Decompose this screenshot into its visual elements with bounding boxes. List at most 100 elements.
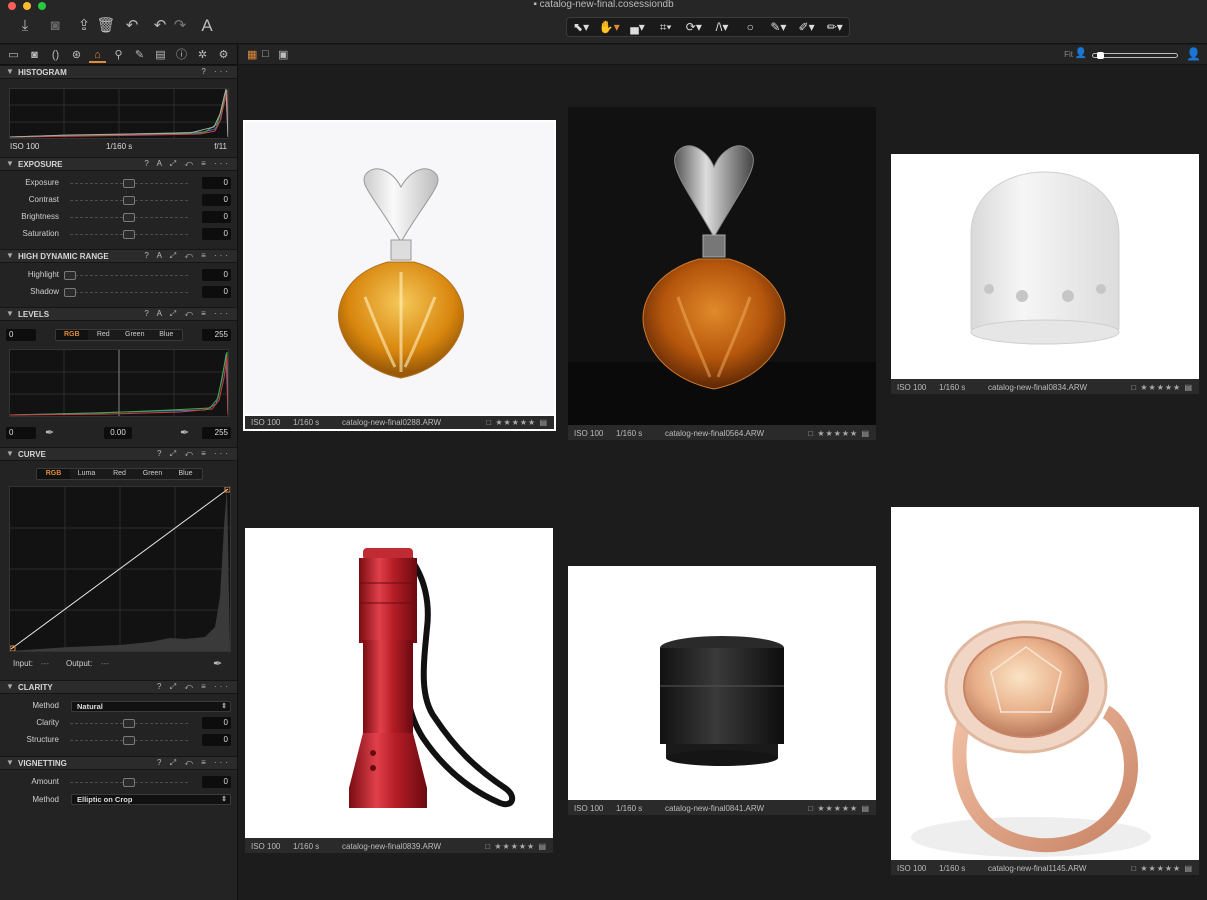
single-view-icon[interactable]: □ — [262, 48, 269, 60]
structure-slider-knob[interactable] — [123, 736, 135, 745]
trash-icon[interactable]: 🗑 — [96, 16, 116, 36]
grid-view-icon[interactable]: ▦ — [247, 48, 257, 61]
fit-label[interactable]: Fit — [1064, 50, 1073, 59]
curve-picker-icon[interactable]: ✒ — [213, 657, 222, 670]
select-checkbox-icon[interactable]: □ — [485, 842, 494, 851]
clarity-value[interactable]: 0 — [202, 717, 231, 729]
crop-tool-icon[interactable]: ⌗▾ — [653, 18, 679, 36]
hdr-header[interactable]: ▼ HIGH DYNAMIC RANGE ? A ⤢ ↶ ≡ ··· — [0, 249, 237, 263]
shadow-value[interactable]: 0 — [202, 286, 231, 298]
thumb-stars[interactable]: ★★★★★ — [495, 418, 536, 427]
thumbnail-0841[interactable]: ISO 100 1/160 s catalog-new-final0841.AR… — [568, 566, 876, 815]
exposure-slider-knob[interactable] — [123, 179, 135, 188]
capture-tab-icon[interactable]: ◙ — [26, 47, 43, 63]
library-tab-icon[interactable]: ▭ — [5, 47, 22, 63]
vignetting-method-select[interactable]: Elliptic on Crop ⇕ — [71, 794, 231, 805]
output-tab-icon[interactable]: ✲ — [194, 47, 211, 63]
thumb-rating[interactable]: □ ★★★★★ ▤ — [1131, 862, 1193, 875]
thumbnail-0834[interactable]: ISO 100 1/160 s catalog-new-final0834.AR… — [891, 154, 1199, 394]
clarity-slider-knob[interactable] — [123, 719, 135, 728]
thumb-rating[interactable]: □ ★★★★★ ▤ — [1131, 381, 1193, 394]
levels-output-black[interactable]: 0 — [6, 427, 36, 439]
pan-tool-icon[interactable]: ✋▾ — [596, 18, 622, 36]
levels-blue-tab[interactable]: Blue — [151, 330, 183, 340]
exposure-header-icons[interactable]: ? A ⤢ ↶ ≡ ··· — [144, 159, 231, 169]
clarity-header[interactable]: ▼ CLARITY ? ⤢ ↶ ≡ ··· — [0, 680, 237, 694]
curve-red-tab[interactable]: Red — [103, 469, 136, 479]
contrast-slider-knob[interactable] — [123, 196, 135, 205]
local-adjust-tab-icon[interactable]: ✎ — [131, 47, 148, 63]
hdr-header-icons[interactable]: ? A ⤢ ↶ ≡ ··· — [144, 251, 231, 261]
rotate-tool-icon[interactable]: ⟳▾ — [681, 18, 707, 36]
exposure-value[interactable]: 0 — [202, 177, 231, 189]
exposure-tab-icon[interactable]: ⌂ — [89, 47, 106, 63]
levels-midtone[interactable]: 0.00 — [104, 427, 132, 439]
thumbnail-size-slider[interactable] — [1092, 52, 1178, 59]
thumb-stars[interactable]: ★★★★★ — [817, 429, 858, 438]
color-tag-icon[interactable]: ▤ — [538, 842, 547, 851]
undo-icon[interactable]: ↶ — [150, 16, 170, 36]
select-checkbox-icon[interactable]: □ — [486, 418, 495, 427]
color-tag-icon[interactable]: ▤ — [1184, 864, 1193, 873]
clarity-header-icons[interactable]: ? ⤢ ↶ ≡ ··· — [157, 682, 231, 692]
levels-red-tab[interactable]: Red — [88, 330, 120, 340]
brush-tool-icon[interactable]: ✎▾ — [765, 18, 791, 36]
color-tag-icon[interactable]: ▤ — [1184, 383, 1193, 392]
color-tag-icon[interactable]: ▤ — [861, 804, 870, 813]
color-tag-icon[interactable]: ▤ — [539, 418, 548, 427]
details-tab-icon[interactable]: ⚲ — [110, 47, 127, 63]
thumb-stars[interactable]: ★★★★★ — [1140, 864, 1181, 873]
thumb-rating[interactable]: □ ★★★★★ ▤ — [808, 427, 870, 440]
batch-tab-icon[interactable]: ⚙ — [215, 47, 232, 63]
highlight-slider-track[interactable] — [70, 275, 188, 276]
lens-tab-icon[interactable]: () — [47, 47, 64, 63]
levels-rgb-tab[interactable]: RGB — [56, 330, 88, 340]
thumb-rating[interactable]: □ ★★★★★ ▤ — [808, 802, 870, 815]
levels-input-black[interactable]: 0 — [6, 329, 36, 341]
eyedropper-white-icon[interactable]: ✒ — [180, 426, 189, 439]
curve-luma-tab[interactable]: Luma — [70, 469, 103, 479]
select-tool-icon[interactable]: ⬉▾ — [568, 18, 594, 36]
vignetting-slider-knob[interactable] — [123, 778, 135, 787]
thumb-stars[interactable]: ★★★★★ — [1140, 383, 1181, 392]
thumbnail-0288[interactable]: ISO 100 1/160 s catalog-new-final0288.AR… — [243, 120, 556, 431]
export-icon[interactable]: ⇪ — [74, 16, 94, 36]
undo-all-icon[interactable]: ↶ — [122, 16, 142, 36]
levels-header-icons[interactable]: ? A ⤢ ↶ ≡ ··· — [144, 309, 231, 319]
thumb-stars[interactable]: ★★★★★ — [494, 842, 535, 851]
thumbnail-0564[interactable]: ISO 100 1/160 s catalog-new-final0564.AR… — [568, 107, 876, 440]
vignetting-header[interactable]: ▼ VIGNETTING ? ⤢ ↶ ≡ ··· — [0, 756, 237, 770]
info-tab-icon[interactable]: ⓘ — [173, 47, 190, 63]
import-icon[interactable]: ⤓ — [15, 16, 35, 36]
shadow-slider-knob[interactable] — [64, 288, 76, 297]
exposure-header[interactable]: ▼ EXPOSURE ? A ⤢ ↶ ≡ ··· — [0, 157, 237, 171]
structure-value[interactable]: 0 — [202, 734, 231, 746]
annotate-tool-icon[interactable]: ✏▾ — [822, 18, 848, 36]
collapse-icon[interactable]: ▼ — [6, 758, 14, 767]
thumbnail-0839[interactable]: ISO 100 1/160 s catalog-new-final0839.AR… — [245, 528, 553, 853]
metadata-tab-icon[interactable]: ▤ — [152, 47, 169, 63]
levels-output-white[interactable]: 255 — [202, 427, 231, 439]
collapse-icon[interactable]: ▼ — [6, 682, 14, 691]
select-checkbox-icon[interactable]: □ — [808, 804, 817, 813]
thumb-rating[interactable]: □ ★★★★★ ▤ — [486, 416, 548, 429]
histogram-header-icons[interactable]: ? ··· — [201, 67, 231, 76]
contrast-value[interactable]: 0 — [202, 194, 231, 206]
fullscreen-view-icon[interactable]: ▣ — [278, 48, 288, 61]
color-tab-icon[interactable]: ⊛ — [68, 47, 85, 63]
redo-icon[interactable]: ↷ — [170, 16, 190, 36]
brightness-value[interactable]: 0 — [202, 211, 231, 223]
vignetting-amount-value[interactable]: 0 — [202, 776, 231, 788]
curve-graph[interactable] — [9, 486, 231, 652]
levels-input-white[interactable]: 255 — [202, 329, 231, 341]
saturation-slider-knob[interactable] — [123, 230, 135, 239]
collapse-icon[interactable]: ▼ — [6, 67, 14, 76]
select-checkbox-icon[interactable]: □ — [1131, 864, 1140, 873]
camera-icon[interactable]: ◙ — [45, 16, 65, 36]
clarity-method-select[interactable]: Natural ⇕ — [71, 701, 231, 712]
collapse-icon[interactable]: ▼ — [6, 309, 14, 318]
levels-header[interactable]: ▼ LEVELS ? A ⤢ ↶ ≡ ··· — [0, 307, 237, 321]
curve-green-tab[interactable]: Green — [136, 469, 169, 479]
collapse-icon[interactable]: ▼ — [6, 449, 14, 458]
thumb-rating[interactable]: □ ★★★★★ ▤ — [485, 840, 547, 853]
